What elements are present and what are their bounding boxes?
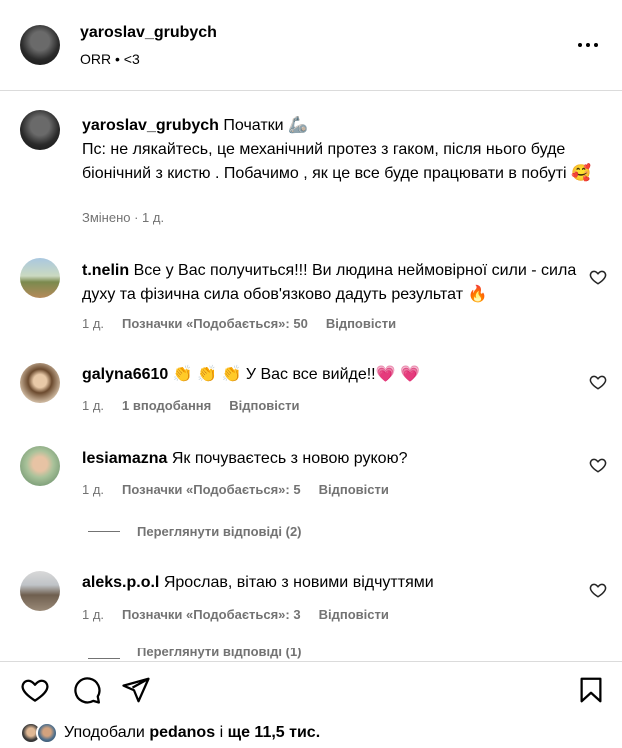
comment-text: Ярослав, вітаю з новими відчуттями	[163, 574, 434, 591]
comment-text: Як почуваєтесь з новою рукою?	[171, 450, 408, 467]
comment-like-heart-icon[interactable]	[589, 456, 607, 474]
view-replies-label: Переглянути відповіді (2)	[137, 524, 302, 539]
reply-button[interactable]: Відповісти	[326, 316, 396, 331]
replies-divider	[88, 531, 120, 532]
commenter-avatar[interactable]	[20, 363, 60, 403]
comment-likes-button[interactable]: 1 вподобання	[122, 398, 211, 413]
liker-avatar	[36, 722, 58, 744]
share-send-icon[interactable]	[121, 675, 151, 705]
liker-username[interactable]: pedanos	[149, 724, 215, 741]
comment-username[interactable]: t.nelin	[82, 262, 129, 279]
likes-middle: і	[219, 724, 224, 741]
caption-avatar[interactable]	[20, 110, 60, 150]
comment-meta: 1 д. Позначки «Подобається»: 5 Відповісти	[82, 482, 407, 497]
replies-divider	[88, 658, 120, 659]
author-avatar[interactable]	[20, 25, 60, 65]
comment-time: 1 д.	[82, 398, 105, 413]
comment-time: 1 д.	[82, 607, 105, 622]
comment-username[interactable]: lesiamazna	[82, 450, 167, 467]
view-replies-button[interactable]: Переглянути відповіді (2)	[88, 524, 302, 539]
comment-time: 1 д.	[82, 482, 105, 497]
comment-likes-button[interactable]: Позначки «Подобається»: 5	[122, 482, 301, 497]
comment-meta: 1 д. 1 вподобання Відповісти	[82, 398, 318, 413]
likes-count[interactable]: ще 11,5 тис.	[228, 724, 321, 741]
comment-time: 1 д.	[82, 316, 105, 331]
action-bar: Уподобали pedanos і ще 11,5 тис.	[0, 661, 622, 748]
comment-like-heart-icon[interactable]	[589, 581, 607, 599]
commenter-avatar[interactable]	[20, 258, 60, 298]
post-header: yaroslav_grubych ORR • <3	[0, 0, 622, 91]
comment-icon[interactable]	[72, 675, 102, 705]
comment-meta: 1 д. Позначки «Подобається»: 50 Відповісти	[82, 316, 414, 331]
post-caption: yaroslav_grubych Початки 🦾 Пс: не лякайте…	[82, 114, 592, 186]
comment-like-heart-icon[interactable]	[589, 373, 607, 391]
comment-likes-button[interactable]: Позначки «Подобається»: 50	[122, 316, 308, 331]
reply-button[interactable]: Відповісти	[229, 398, 299, 413]
comment-meta: 1 д. Позначки «Подобається»: 3 Відповісти	[82, 607, 407, 622]
caption-meta: Змінено · 1 д.	[82, 210, 165, 225]
reply-button[interactable]: Відповісти	[319, 482, 389, 497]
comment-username[interactable]: aleks.p.o.l	[82, 574, 159, 591]
like-heart-icon[interactable]	[20, 675, 50, 705]
commenter-avatar[interactable]	[20, 446, 60, 486]
more-options-icon[interactable]	[576, 35, 600, 55]
likes-text: Уподобали pedanos і ще 11,5 тис.	[64, 724, 320, 742]
comment-text: Все у Вас получиться!!! Ви людина неймов…	[82, 262, 577, 303]
author-subtitle[interactable]: ORR • <3	[80, 51, 140, 67]
caption-username[interactable]: yaroslav_grubych	[82, 117, 219, 134]
reply-button[interactable]: Відповісти	[319, 607, 389, 622]
bookmark-icon[interactable]	[576, 675, 606, 705]
commenter-avatar[interactable]	[20, 571, 60, 611]
author-username[interactable]: yaroslav_grubych	[80, 24, 217, 42]
view-replies-label: Переглянути відповіді (1)	[137, 648, 302, 659]
likes-prefix: Уподобали	[64, 724, 145, 741]
comment-likes-button[interactable]: Позначки «Подобається»: 3	[122, 607, 301, 622]
likes-summary[interactable]: Уподобали pedanos і ще 11,5 тис.	[20, 722, 320, 744]
comment-username[interactable]: galyna6610	[82, 366, 168, 383]
comment-like-heart-icon[interactable]	[589, 268, 607, 286]
comment-text: 👏 👏 👏 У Вас все вийде!!💗 💗	[172, 366, 420, 383]
view-replies-button-partial[interactable]: Переглянути відповіді (1)	[88, 648, 302, 659]
